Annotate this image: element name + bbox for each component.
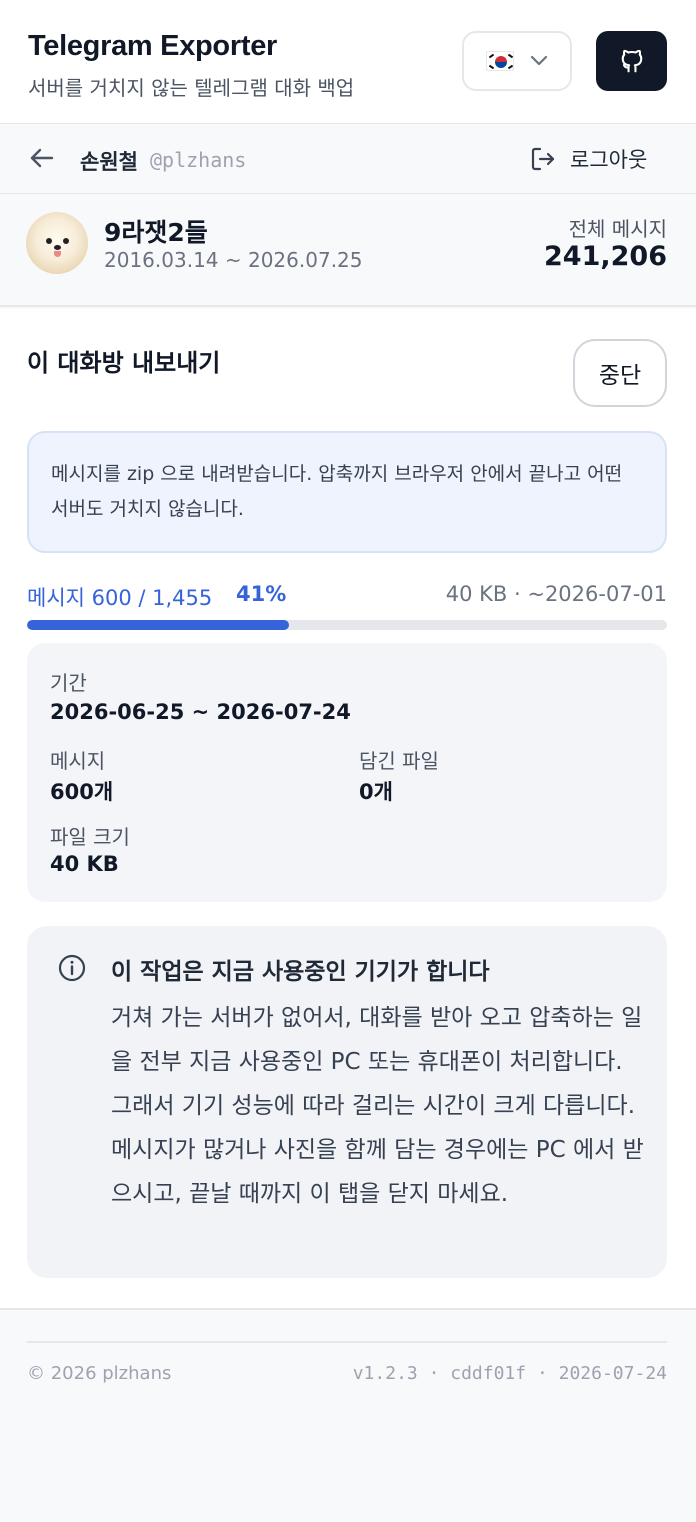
info-body: 거쳐 가는 서버가 없어서, 대화를 받아 오고 압축하는 일을 전부 지금 사… xyxy=(111,1005,644,1207)
progress-meta: 40 KB · ~2026-07-01 xyxy=(445,582,667,606)
footer-divider xyxy=(27,1341,667,1343)
total-messages-label: 전체 메시지 xyxy=(568,217,667,241)
language-select[interactable] xyxy=(462,31,572,91)
github-button[interactable] xyxy=(596,31,667,91)
user-handle: @plzhans xyxy=(150,148,247,172)
chat-name: 9라잿2들 xyxy=(104,218,208,247)
user-name: 손원철 xyxy=(80,150,138,174)
app-header: Telegram Exporter 서버를 거치지 않는 텔레그램 대화 백업 xyxy=(0,0,696,124)
github-icon xyxy=(621,49,642,73)
info-icon xyxy=(58,954,86,982)
arrow-left-icon[interactable] xyxy=(28,144,56,172)
logout-label: 로그아웃 xyxy=(570,148,648,172)
export-stats: 기간 2026-06-25 ~ 2026-07-24 메시지 600개 담긴 파… xyxy=(27,643,667,902)
app-subtitle: 서버를 거치지 않는 텔레그램 대화 백업 xyxy=(28,76,355,100)
stop-button[interactable]: 중단 xyxy=(573,339,667,407)
avatar xyxy=(26,212,88,274)
export-panel: 이 대화방 내보내기 중단 메시지를 zip 으로 내려받습니다. 압축까지 브… xyxy=(0,309,696,1310)
size-value: 40 KB xyxy=(50,852,119,876)
progress-percent: 41% xyxy=(236,582,287,606)
files-label: 담긴 파일 xyxy=(359,749,439,773)
size-label: 파일 크기 xyxy=(50,825,130,849)
progress-bar-fill xyxy=(27,620,290,630)
messages-label: 메시지 xyxy=(50,749,106,773)
app-title: Telegram Exporter xyxy=(28,30,278,62)
chevron-down-icon xyxy=(530,55,548,66)
files-value: 0개 xyxy=(359,780,393,804)
footer-copyright: © 2026 plzhans xyxy=(27,1363,172,1384)
footer-version: v1.2.3 · cddf01f · 2026-07-24 xyxy=(352,1363,667,1384)
period-value: 2026-06-25 ~ 2026-07-24 xyxy=(50,700,351,724)
total-messages-value: 241,206 xyxy=(544,241,667,272)
progress-bar xyxy=(27,620,667,630)
export-notice: 메시지를 zip 으로 내려받습니다. 압축까지 브라우저 안에서 끝나고 어떤… xyxy=(27,431,667,553)
period-label: 기간 xyxy=(50,671,87,695)
device-info-box: 이 작업은 지금 사용중인 기기가 합니다 거쳐 가는 서버가 없어서, 대화를… xyxy=(27,926,667,1278)
chat-info: 9라잿2들 2016.03.14 ~ 2026.07.25 전체 메시지 241… xyxy=(0,195,696,307)
kr-flag-icon xyxy=(486,51,514,71)
progress-count: 메시지 600 / 1,455 xyxy=(27,586,213,610)
info-title: 이 작업은 지금 사용중인 기기가 합니다 xyxy=(111,959,490,985)
logout-button[interactable]: 로그아웃 xyxy=(530,144,647,174)
messages-value: 600개 xyxy=(50,780,114,804)
logout-icon xyxy=(531,147,555,171)
export-title: 이 대화방 내보내기 xyxy=(27,349,221,377)
user-bar: 손원철 @plzhans 로그아웃 xyxy=(0,124,696,194)
chat-date-range: 2016.03.14 ~ 2026.07.25 xyxy=(104,248,363,272)
